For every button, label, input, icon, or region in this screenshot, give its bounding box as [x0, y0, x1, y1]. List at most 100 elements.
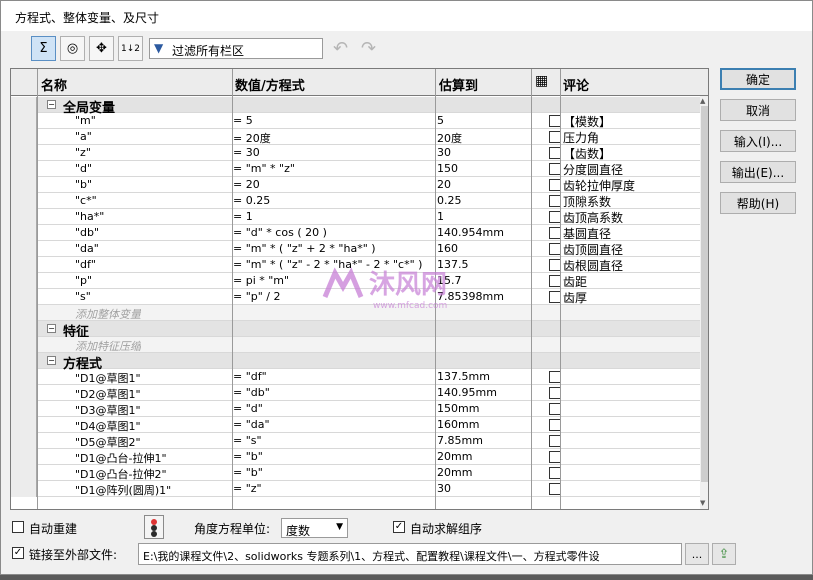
equation-name[interactable]: "D3@草图1" — [75, 402, 141, 418]
row-header[interactable] — [11, 257, 37, 273]
variable-comment[interactable]: 齿根圆直径 — [563, 257, 623, 274]
section-features[interactable]: − 特征 — [11, 321, 708, 340]
equation-value[interactable]: = "s" — [233, 434, 262, 447]
equation-value[interactable]: = "z" — [233, 482, 262, 495]
variable-comment[interactable]: 分度圆直径 — [563, 161, 623, 178]
add-feature-suppression[interactable]: 添加特征压缩 — [75, 338, 141, 354]
variable-comment[interactable]: 齿轮拉伸厚度 — [563, 177, 635, 194]
row-header[interactable] — [11, 337, 37, 353]
row-header[interactable] — [11, 241, 37, 257]
scroll-down-icon[interactable]: ▼ — [700, 499, 705, 507]
auto-rebuild-checkbox[interactable] — [12, 521, 24, 533]
variable-equation[interactable]: = 20 — [233, 178, 260, 191]
equation-name[interactable]: "D1@阵列(圆周)1" — [75, 482, 171, 498]
row-header[interactable] — [11, 353, 37, 369]
angle-unit-select[interactable]: 度数 ▼ — [281, 518, 348, 538]
row-header[interactable] — [11, 273, 37, 289]
row-header[interactable] — [11, 321, 37, 337]
variable-evaluates[interactable]: 150 — [437, 162, 458, 175]
variable-equation[interactable]: = "m" * ( "z" - 2 * "ha*" - 2 * "c*" ) — [233, 258, 422, 271]
variable-equation[interactable]: = "p" / 2 — [233, 290, 281, 303]
header-value[interactable]: 数值/方程式 — [235, 75, 305, 94]
equation-value[interactable]: = "d" — [233, 402, 263, 415]
variable-name[interactable]: "b" — [75, 178, 92, 191]
variable-comment[interactable]: 齿顶高系数 — [563, 209, 623, 226]
equation-name[interactable]: "D1@凸台-拉伸1" — [75, 450, 167, 466]
variable-evaluates[interactable]: 7.85398mm — [437, 290, 504, 303]
row-header[interactable] — [11, 369, 37, 385]
variable-comment[interactable]: 基圆直径 — [563, 225, 611, 242]
row-header[interactable] — [11, 145, 37, 161]
external-file-path[interactable]: E:\我的课程文件\2、solidworks 专题系列\1、方程式、配置教程\课… — [138, 543, 682, 565]
variable-equation[interactable]: = pi * "m" — [233, 274, 289, 287]
dimension-view-icon[interactable]: ✥ — [89, 36, 114, 61]
equation-view-icon[interactable]: Σ — [31, 36, 56, 61]
add-global-variable-row[interactable]: 添加整体变量 — [11, 305, 708, 321]
variable-evaluates[interactable]: 30 — [437, 146, 451, 159]
scroll-up-icon[interactable]: ▲ — [700, 97, 705, 105]
equation-evaluates[interactable]: 137.5mm — [437, 370, 490, 383]
variable-evaluates[interactable]: 0.25 — [437, 194, 462, 207]
browse-button[interactable]: ... — [685, 543, 709, 565]
row-header[interactable] — [11, 465, 37, 481]
scroll-thumb[interactable] — [701, 106, 708, 482]
variable-name[interactable]: "df" — [75, 258, 96, 271]
row-header[interactable] — [11, 209, 37, 225]
variable-name[interactable]: "a" — [75, 130, 92, 143]
variable-name[interactable]: "ha*" — [75, 210, 104, 223]
variable-comment[interactable]: 齿距 — [563, 273, 587, 290]
equation-name[interactable]: "D1@草图1" — [75, 370, 141, 386]
variable-name[interactable]: "p" — [75, 274, 92, 287]
variable-name[interactable]: "m" — [75, 114, 96, 127]
ordered-view-icon[interactable]: 1↓2 — [118, 36, 143, 61]
row-header[interactable] — [11, 129, 37, 145]
row-header[interactable] — [11, 113, 37, 129]
equation-evaluates[interactable]: 160mm — [437, 418, 479, 431]
variable-evaluates[interactable]: 20 — [437, 178, 451, 191]
variable-comment[interactable]: 压力角 — [563, 129, 599, 146]
section-global-variables[interactable]: − 全局变量 — [11, 97, 708, 116]
variable-equation[interactable]: = 20度 — [233, 130, 271, 146]
variable-comment[interactable]: 齿厚 — [563, 289, 587, 306]
variable-evaluates[interactable]: 140.954mm — [437, 226, 504, 239]
ok-button[interactable]: 确定 — [720, 68, 796, 90]
equation-value[interactable]: = "df" — [233, 370, 267, 383]
equation-name[interactable]: "D1@凸台-拉伸2" — [75, 466, 167, 482]
row-header[interactable] — [11, 449, 37, 465]
row-header[interactable] — [11, 385, 37, 401]
equation-evaluates[interactable]: 20mm — [437, 450, 472, 463]
equation-value[interactable]: = "da" — [233, 418, 270, 431]
section-equations[interactable]: − 方程式 — [11, 353, 708, 372]
variable-evaluates[interactable]: 20度 — [437, 130, 462, 146]
equation-evaluates[interactable]: 20mm — [437, 466, 472, 479]
equation-evaluates[interactable]: 30 — [437, 482, 451, 495]
variable-evaluates[interactable]: 5 — [437, 114, 444, 127]
variable-equation[interactable]: = 1 — [233, 210, 253, 223]
collapse-icon[interactable]: − — [47, 100, 56, 109]
row-header[interactable] — [11, 433, 37, 449]
vertical-scrollbar[interactable]: ▲ ▼ — [700, 96, 708, 509]
row-header[interactable] — [11, 417, 37, 433]
variable-comment[interactable]: 【模数】 — [563, 113, 611, 130]
equation-evaluates[interactable]: 7.85mm — [437, 434, 483, 447]
header-name[interactable]: 名称 — [41, 75, 67, 94]
variable-name[interactable]: "db" — [75, 226, 99, 239]
row-header[interactable] — [11, 289, 37, 305]
variable-equation[interactable]: = "m" * ( "z" + 2 * "ha*" ) — [233, 242, 376, 255]
rebuild-status-icon[interactable] — [144, 515, 164, 539]
variable-evaluates[interactable]: 15.7 — [437, 274, 462, 287]
link-external-checkbox[interactable]: ✓ — [12, 547, 24, 559]
variable-name[interactable]: "z" — [75, 146, 91, 159]
filter-field[interactable]: ▼ 过滤所有栏区 — [149, 38, 323, 59]
variable-comment[interactable]: 顶隙系数 — [563, 193, 611, 210]
variable-equation[interactable]: = 5 — [233, 114, 253, 127]
variable-evaluates[interactable]: 1 — [437, 210, 444, 223]
header-evaluates[interactable]: 估算到 — [439, 75, 478, 94]
header-comment[interactable]: 评论 — [563, 75, 589, 94]
add-global-variable[interactable]: 添加整体变量 — [75, 306, 141, 322]
variable-equation[interactable]: = "d" * cos ( 20 ) — [233, 226, 327, 239]
auto-solve-checkbox[interactable]: ✓ — [393, 521, 405, 533]
equation-name[interactable]: "D4@草图1" — [75, 418, 141, 434]
add-feature-suppression-row[interactable]: 添加特征压缩 — [11, 337, 708, 353]
variable-name[interactable]: "c*" — [75, 194, 97, 207]
